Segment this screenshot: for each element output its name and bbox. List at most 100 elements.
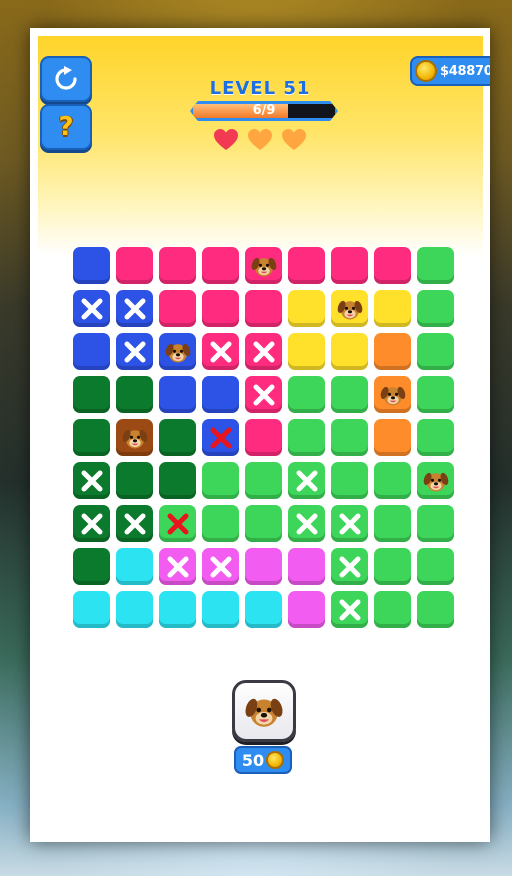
board-cell[interactable] [245, 333, 282, 370]
board-cell[interactable] [245, 591, 282, 628]
board-cell[interactable] [417, 376, 454, 413]
board-cell[interactable] [417, 290, 454, 327]
board-cell[interactable] [288, 591, 325, 628]
board-cell[interactable] [288, 462, 325, 499]
dog-face-icon [337, 300, 362, 319]
board-cell[interactable] [417, 462, 454, 499]
board-cell[interactable] [73, 290, 110, 327]
board-cell[interactable] [245, 462, 282, 499]
board-cell[interactable] [331, 376, 368, 413]
board-cell[interactable] [116, 505, 153, 542]
board-cell[interactable] [331, 462, 368, 499]
board-cell[interactable] [331, 548, 368, 585]
board-cell[interactable] [331, 290, 368, 327]
board-cell[interactable] [202, 548, 239, 585]
board-cell[interactable] [245, 290, 282, 327]
board-cell[interactable] [417, 419, 454, 456]
board-cell[interactable] [288, 505, 325, 542]
board-cell[interactable] [116, 462, 153, 499]
game-board [72, 246, 458, 632]
board-cell[interactable] [374, 247, 411, 284]
board-cell[interactable] [331, 505, 368, 542]
board-cell[interactable] [245, 548, 282, 585]
board-cell[interactable] [202, 505, 239, 542]
board-cell[interactable] [159, 591, 196, 628]
board-cell[interactable] [159, 333, 196, 370]
board-cell[interactable] [245, 376, 282, 413]
board-cell[interactable] [417, 247, 454, 284]
dog-hint-button[interactable] [232, 680, 296, 742]
board-cell[interactable] [159, 376, 196, 413]
board-cell[interactable] [159, 548, 196, 585]
board-cell[interactable] [374, 376, 411, 413]
board-cell[interactable] [202, 419, 239, 456]
board-cell[interactable] [331, 333, 368, 370]
board-cell[interactable] [202, 462, 239, 499]
board-cell[interactable] [159, 419, 196, 456]
board-cell[interactable] [116, 591, 153, 628]
board-cell[interactable] [73, 548, 110, 585]
board-cell[interactable] [331, 591, 368, 628]
board-cell[interactable] [288, 333, 325, 370]
board-cell[interactable] [417, 333, 454, 370]
board-cell[interactable] [116, 548, 153, 585]
board-cell[interactable] [374, 419, 411, 456]
board-cell[interactable] [374, 462, 411, 499]
x-mark-icon [296, 470, 317, 491]
board-cell[interactable] [245, 419, 282, 456]
hint-price[interactable]: 50 [234, 746, 292, 774]
board-cell[interactable] [374, 333, 411, 370]
lives [30, 128, 490, 152]
x-mark-icon [253, 341, 274, 362]
board-cell[interactable] [116, 247, 153, 284]
board-cell[interactable] [202, 290, 239, 327]
board-cell[interactable] [417, 505, 454, 542]
board-cell[interactable] [288, 419, 325, 456]
board-cell[interactable] [116, 376, 153, 413]
heart-empty-icon [282, 129, 306, 150]
board-cell[interactable] [73, 247, 110, 284]
x-mark-icon [339, 513, 360, 534]
board-cell[interactable] [73, 505, 110, 542]
level-title: LEVEL 51 [209, 78, 311, 99]
board-cell[interactable] [116, 290, 153, 327]
board-cell[interactable] [116, 419, 153, 456]
dog-face-icon [122, 429, 147, 448]
dog-face-icon [423, 472, 448, 491]
board-cell[interactable] [245, 247, 282, 284]
board-cell[interactable] [374, 290, 411, 327]
board-cell[interactable] [331, 419, 368, 456]
board-cell[interactable] [73, 419, 110, 456]
board-cell[interactable] [159, 505, 196, 542]
progress-text: 6/9 [252, 103, 276, 118]
dog-face-icon [380, 386, 405, 405]
board-cell[interactable] [288, 290, 325, 327]
board-cell[interactable] [159, 247, 196, 284]
board-cell[interactable] [159, 462, 196, 499]
heart-full-icon [214, 129, 238, 150]
board-cell[interactable] [374, 505, 411, 542]
level-progress-bar: 6/9 [190, 101, 338, 121]
board-cell[interactable] [73, 376, 110, 413]
board-cell[interactable] [331, 247, 368, 284]
board-cell[interactable] [73, 462, 110, 499]
board-cell[interactable] [417, 548, 454, 585]
board-cell[interactable] [116, 333, 153, 370]
board-cell[interactable] [202, 333, 239, 370]
board-cell[interactable] [73, 591, 110, 628]
board-cell[interactable] [73, 333, 110, 370]
x-mark-icon [167, 556, 188, 577]
board-cell[interactable] [202, 376, 239, 413]
board-cell[interactable] [288, 376, 325, 413]
x-mark-icon [81, 513, 102, 534]
board-cell[interactable] [159, 290, 196, 327]
board-cell[interactable] [288, 548, 325, 585]
board-cell[interactable] [374, 548, 411, 585]
board-cell[interactable] [202, 591, 239, 628]
board-cell[interactable] [374, 591, 411, 628]
board-cell[interactable] [417, 591, 454, 628]
board-cell[interactable] [245, 505, 282, 542]
coin-amount: $48870 [440, 63, 490, 79]
board-cell[interactable] [202, 247, 239, 284]
board-cell[interactable] [288, 247, 325, 284]
